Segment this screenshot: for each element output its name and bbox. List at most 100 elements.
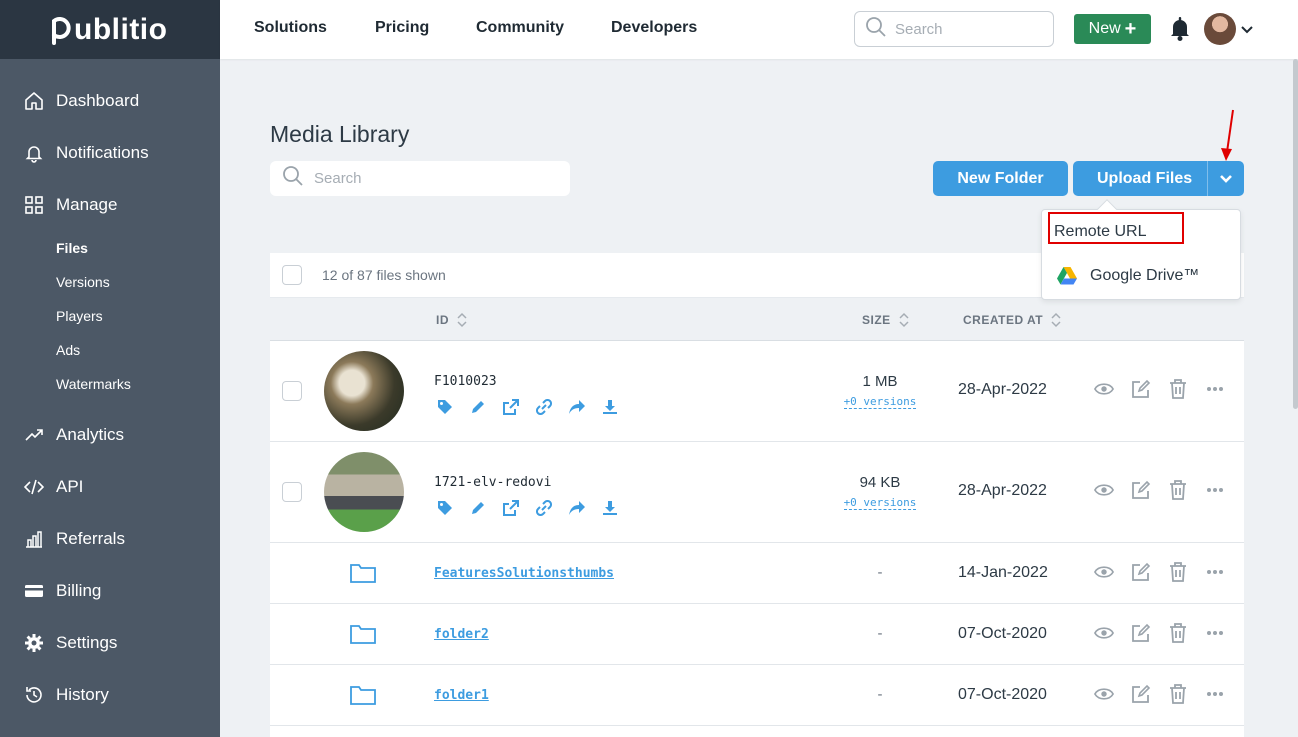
created-date: 14-Jan-2022 [958, 564, 1048, 581]
folder-icon [350, 563, 376, 588]
edit-icon[interactable] [1131, 480, 1151, 500]
row-checkbox[interactable] [282, 482, 302, 502]
avatar[interactable] [1204, 13, 1236, 45]
nav-pricing[interactable]: Pricing [375, 19, 429, 37]
nav-solutions[interactable]: Solutions [254, 19, 327, 37]
sidebar-sub-players[interactable]: Players [0, 299, 220, 333]
plus-icon: + [1124, 18, 1137, 40]
edit-icon[interactable] [1131, 684, 1151, 704]
table-row[interactable]: folder1 - 07-Oct-2020 [270, 665, 1244, 726]
more-icon[interactable] [1205, 623, 1225, 643]
chevron-down-icon[interactable] [1218, 170, 1234, 191]
sidebar-item-manage[interactable]: Manage [0, 179, 220, 231]
top-search-input[interactable] [895, 20, 1035, 38]
edit-icon[interactable] [1131, 562, 1151, 582]
table-row[interactable]: FeaturesSolutionsthumbs - 14-Jan-2022 [270, 543, 1244, 604]
table-row[interactable]: folder2 - 07-Oct-2020 [270, 604, 1244, 665]
eye-icon[interactable] [1094, 480, 1114, 500]
share-icon[interactable] [568, 499, 586, 517]
versions-link[interactable]: +0 versions [820, 395, 940, 409]
logo-mark-icon [52, 16, 71, 45]
versions-link[interactable]: +0 versions [820, 496, 940, 510]
new-button[interactable]: New + [1074, 14, 1151, 44]
pencil-icon[interactable] [469, 398, 487, 416]
download-icon[interactable] [601, 499, 619, 517]
red-highlight-box [1048, 212, 1184, 244]
versions-label: +0 versions [843, 395, 917, 409]
sidebar-item-analytics[interactable]: Analytics [0, 409, 220, 461]
tag-icon[interactable] [436, 398, 454, 416]
column-header-size[interactable]: SIZE [862, 312, 909, 328]
bell-icon[interactable] [1169, 16, 1191, 47]
upload-files-button[interactable]: Upload Files [1073, 161, 1244, 196]
external-link-icon[interactable] [502, 398, 520, 416]
trash-icon[interactable] [1168, 562, 1188, 582]
pencil-icon[interactable] [469, 499, 487, 517]
trash-icon[interactable] [1168, 684, 1188, 704]
column-header-label: CREATED AT [963, 313, 1044, 327]
select-all-checkbox[interactable] [282, 265, 302, 285]
top-search [854, 11, 1054, 47]
eye-icon[interactable] [1094, 379, 1114, 399]
sidebar-item-history[interactable]: History [0, 669, 220, 721]
more-icon[interactable] [1205, 379, 1225, 399]
more-icon[interactable] [1205, 684, 1225, 704]
sort-icon [457, 312, 467, 328]
nav-community[interactable]: Community [476, 19, 564, 37]
trash-icon[interactable] [1168, 480, 1188, 500]
edit-icon[interactable] [1131, 623, 1151, 643]
row-checkbox[interactable] [282, 381, 302, 401]
library-search-input[interactable] [314, 170, 544, 187]
download-icon[interactable] [601, 398, 619, 416]
trash-icon[interactable] [1168, 623, 1188, 643]
menu-item-google-drive[interactable]: Google Drive™ [1042, 264, 1240, 288]
chevron-down-icon[interactable] [1241, 22, 1253, 40]
folder-link[interactable]: folder1 [434, 688, 489, 703]
tag-icon[interactable] [436, 499, 454, 517]
table-row[interactable]: 1721-elv-redovi 94 KB +0 versions 28-Apr… [270, 442, 1244, 543]
sidebar-sub-versions[interactable]: Versions [0, 265, 220, 299]
eye-icon[interactable] [1094, 562, 1114, 582]
sidebar-item-settings[interactable]: Settings [0, 617, 220, 669]
file-thumbnail[interactable] [324, 351, 404, 431]
sidebar-sub-files[interactable]: Files [0, 231, 220, 265]
share-icon[interactable] [568, 398, 586, 416]
files-shown-count: 12 of 87 files shown [322, 267, 446, 283]
bell-icon [24, 143, 44, 163]
sidebar-item-label: Settings [56, 633, 118, 652]
sidebar-item-notifications[interactable]: Notifications [0, 127, 220, 179]
file-id[interactable]: 1721-elv-redovi [434, 475, 551, 490]
logo[interactable]: ublitio [0, 0, 220, 59]
eye-icon[interactable] [1094, 623, 1114, 643]
external-link-icon[interactable] [502, 499, 520, 517]
sidebar-sub-watermarks[interactable]: Watermarks [0, 367, 220, 401]
file-size: 94 KB [859, 474, 901, 491]
file-action-icons [436, 398, 619, 416]
more-icon[interactable] [1205, 480, 1225, 500]
upload-files-label: Upload Files [1097, 169, 1193, 187]
nav-developers[interactable]: Developers [611, 19, 697, 37]
link-icon[interactable] [535, 499, 553, 517]
column-header-id[interactable]: ID [436, 312, 467, 328]
link-icon[interactable] [535, 398, 553, 416]
new-folder-button[interactable]: New Folder [933, 161, 1068, 196]
more-icon[interactable] [1205, 562, 1225, 582]
sidebar-item-referrals[interactable]: Referrals [0, 513, 220, 565]
created-date: 28-Apr-2022 [958, 482, 1047, 499]
file-thumbnail[interactable] [324, 452, 404, 532]
folder-link[interactable]: folder2 [434, 627, 489, 642]
history-icon [24, 685, 44, 705]
page-scrollbar[interactable] [1293, 59, 1298, 409]
trash-icon[interactable] [1168, 379, 1188, 399]
sidebar-item-billing[interactable]: Billing [0, 565, 220, 617]
file-id[interactable]: F1010023 [434, 374, 497, 389]
table-row[interactable]: F1010023 1 MB +0 versions 28-Apr-2022 [270, 341, 1244, 442]
sidebar-item-api[interactable]: API [0, 461, 220, 513]
eye-icon[interactable] [1094, 684, 1114, 704]
edit-icon[interactable] [1131, 379, 1151, 399]
folder-link[interactable]: FeaturesSolutionsthumbs [434, 566, 614, 581]
column-header-created[interactable]: CREATED AT [963, 312, 1061, 328]
sidebar-sub-ads[interactable]: Ads [0, 333, 220, 367]
sidebar-item-dashboard[interactable]: Dashboard [0, 75, 220, 127]
sidebar-item-label: Analytics [56, 425, 125, 444]
